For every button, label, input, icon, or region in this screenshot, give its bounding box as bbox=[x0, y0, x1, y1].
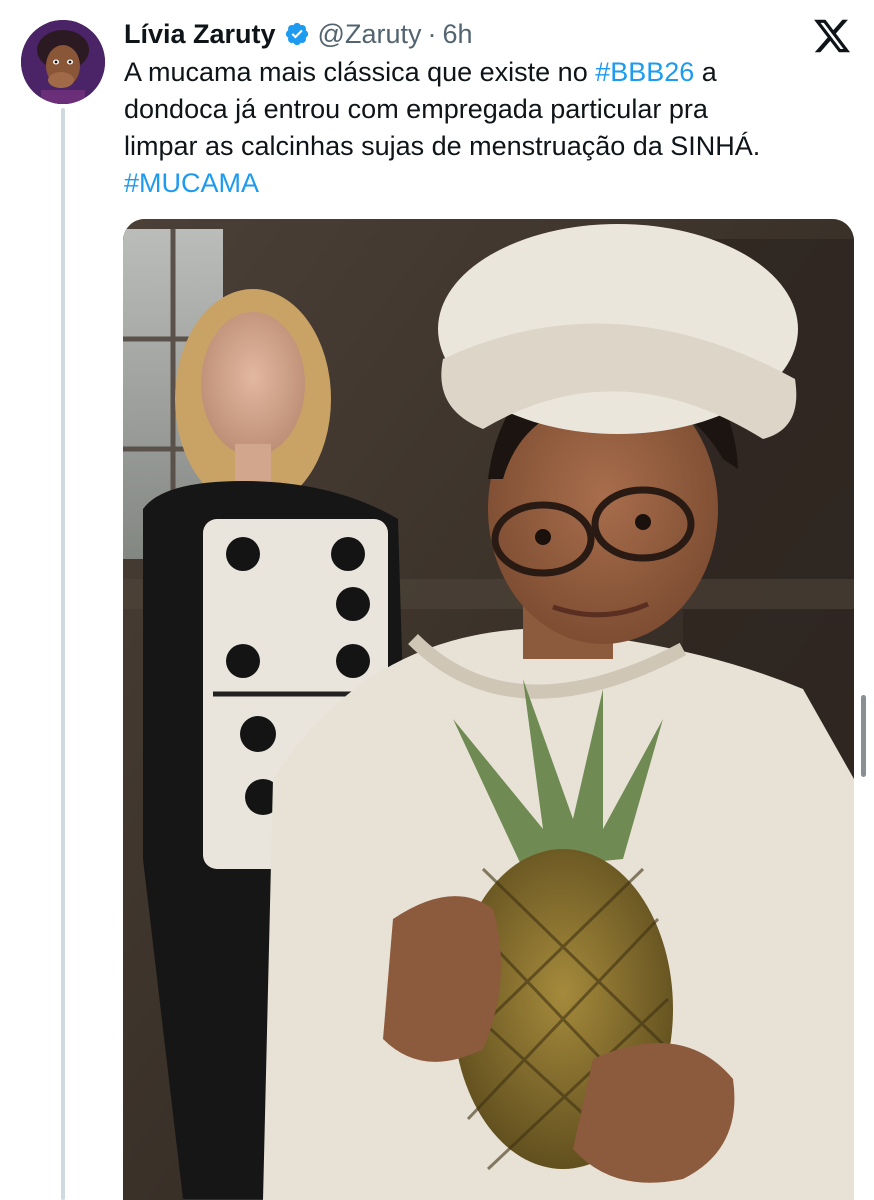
author-handle[interactable]: @Zaruty bbox=[318, 19, 422, 50]
verified-badge-icon bbox=[284, 21, 310, 47]
tweet-line: limpar as calcinhas sujas de menstruação… bbox=[124, 128, 844, 165]
hashtag-link[interactable]: #BBB26 bbox=[595, 57, 694, 87]
thread-line bbox=[61, 108, 65, 1200]
avatar[interactable] bbox=[21, 20, 105, 104]
hashtag-link[interactable]: #MUCAMA bbox=[124, 168, 259, 198]
avatar-photo bbox=[21, 20, 105, 104]
tweet-media-image[interactable] bbox=[123, 219, 854, 1200]
media-photo bbox=[123, 219, 854, 1200]
tweet-text-segment: A mucama mais clássica que existe no bbox=[124, 57, 596, 87]
tweet-text-segment: limpar as calcinhas sujas de menstruação… bbox=[124, 131, 761, 161]
scrollbar[interactable] bbox=[861, 695, 866, 777]
tweet-text-segment: dondoca já entrou com empregada particul… bbox=[124, 94, 708, 124]
tweet-header: Lívia Zaruty @Zaruty · 6h bbox=[124, 14, 473, 54]
x-logo-icon[interactable] bbox=[812, 16, 852, 56]
tweet-text-segment: a bbox=[694, 57, 717, 87]
tweet-line: dondoca já entrou com empregada particul… bbox=[124, 91, 844, 128]
tweet-timestamp[interactable]: 6h bbox=[442, 19, 472, 50]
tweet-line: #MUCAMA bbox=[124, 165, 844, 202]
author-display-name[interactable]: Lívia Zaruty bbox=[124, 19, 276, 50]
tweet-line: A mucama mais clássica que existe no #BB… bbox=[124, 54, 844, 91]
tweet-text: A mucama mais clássica que existe no #BB… bbox=[124, 54, 844, 202]
header-separator: · bbox=[427, 18, 437, 49]
